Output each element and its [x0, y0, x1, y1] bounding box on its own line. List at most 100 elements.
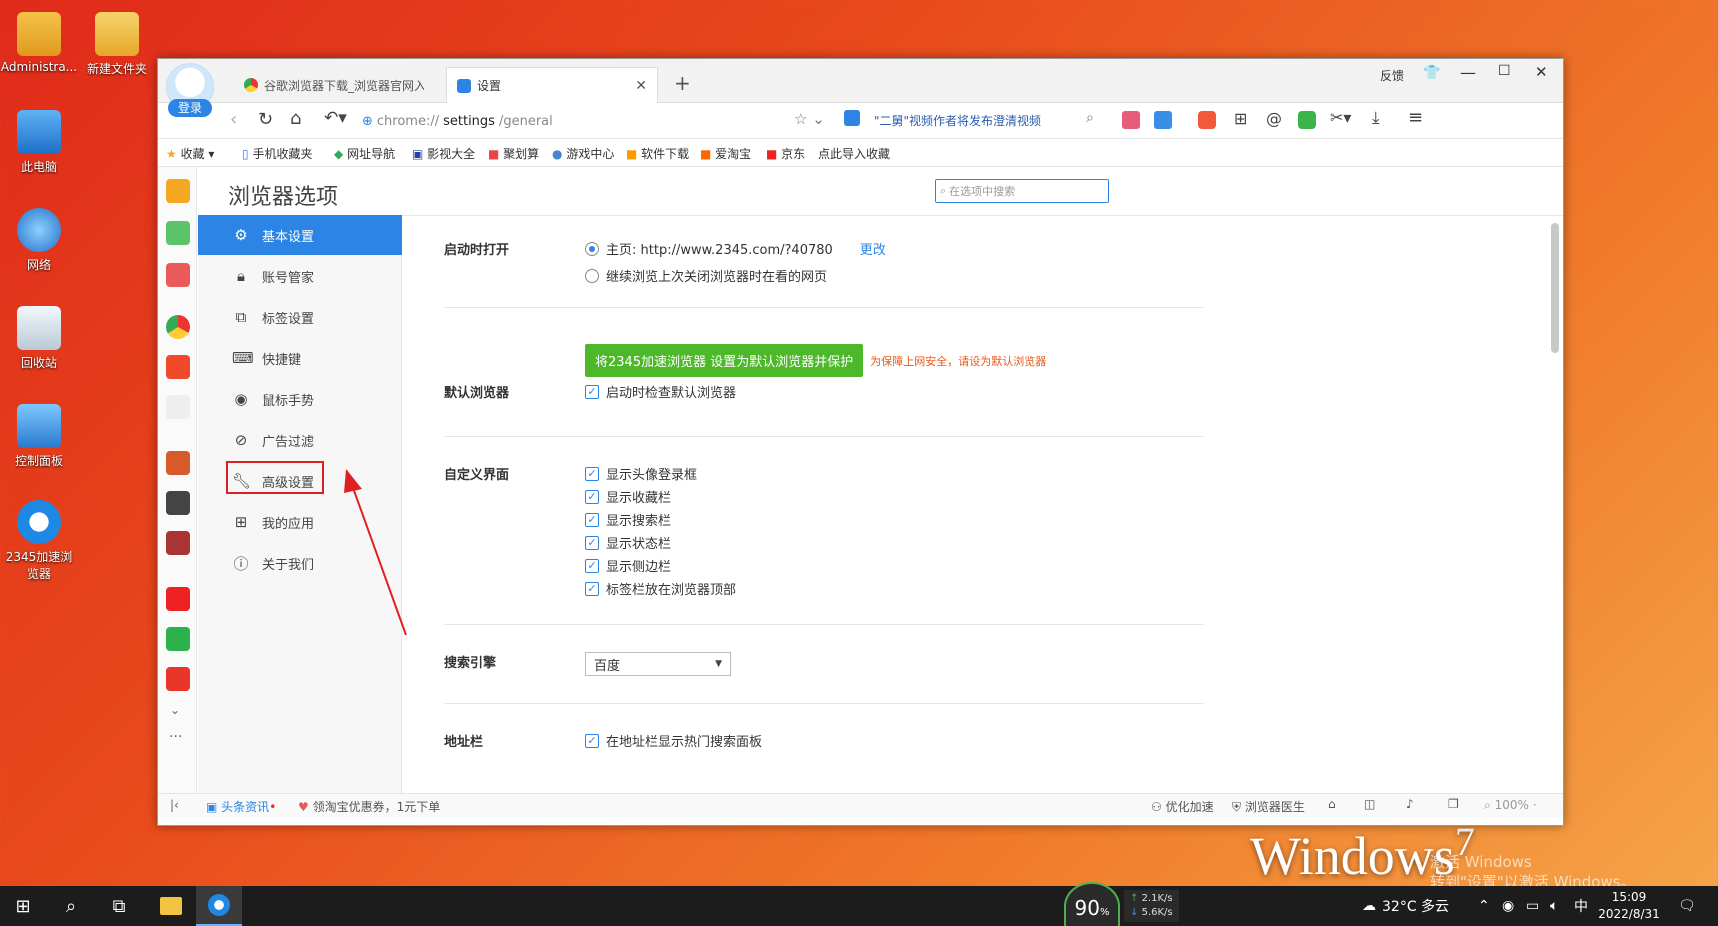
options-search-input[interactable]: ⌕ 在选项中搜索 — [935, 179, 1109, 203]
tab-chrome-download[interactable]: 谷歌浏览器下载_浏览器官网入 — [234, 67, 446, 103]
close-tab-icon[interactable]: ✕ — [635, 78, 647, 94]
desktop-icon-control-panel[interactable]: 控制面板 — [0, 404, 78, 469]
search-engine-select[interactable]: 百度 ▼ — [585, 652, 731, 676]
news-ticker[interactable]: "二舅"视频作者将发布澄清视频 — [874, 112, 1041, 129]
bookmark-mobile[interactable]: ▯ 手机收藏夹 — [242, 145, 312, 162]
tray-browser-icon[interactable]: ◉ — [1502, 886, 1514, 926]
feedback-link[interactable]: 反馈 — [1380, 67, 1404, 84]
nav-shortcuts[interactable]: ⌨ 快捷键 — [198, 338, 402, 378]
refresh-button[interactable]: ↻ — [258, 109, 273, 130]
desktop-icon-administrator[interactable]: Administra... — [0, 12, 78, 74]
nav-basic-settings[interactable]: ⚙ 基本设置 — [198, 215, 402, 255]
nav-ad-filter[interactable]: ⊘ 广告过滤 — [198, 420, 402, 460]
expand-sidebar-icon[interactable]: ⌄ — [170, 703, 180, 717]
desktop-icon-network[interactable]: 网络 — [0, 208, 78, 273]
check-default-browser-option[interactable]: ✓ 启动时检查默认浏览器 — [585, 382, 736, 401]
tray-chevron-icon[interactable]: ⌃ — [1478, 886, 1490, 926]
desktop-icon-new-folder[interactable]: 新建文件夹 — [78, 12, 156, 77]
game3-sidebar-icon[interactable] — [166, 531, 190, 555]
bookmark-star-icon[interactable]: ☆ ⌄ — [794, 110, 825, 128]
menu-icon[interactable]: ≡ — [1408, 107, 1423, 128]
wechat-icon[interactable] — [1298, 111, 1316, 129]
address-field[interactable]: ⊕ chrome://settings/general — [362, 110, 782, 132]
game-icon[interactable] — [1198, 111, 1216, 129]
nav-mouse-gestures[interactable]: ◉ 鼠标手势 — [198, 379, 402, 419]
show-status-bar-option[interactable]: ✓ 显示状态栏 — [585, 533, 671, 552]
network-tray-icon[interactable]: ▭ — [1526, 886, 1539, 926]
minimize-button[interactable]: — — [1460, 63, 1476, 82]
bookmark-nav[interactable]: ◆ 网址导航 — [334, 145, 395, 162]
volume-tray-icon[interactable]: 🔈︎ — [1550, 886, 1558, 926]
history-sidebar-icon[interactable] — [166, 221, 190, 245]
at-icon[interactable]: @ — [1266, 109, 1282, 128]
desktop-icon[interactable]: ⌂ — [1328, 797, 1336, 811]
promo-link[interactable]: ♥ 领淘宝优惠券，1元下单 — [298, 798, 440, 815]
show-sidebar-option[interactable]: ✓ 显示侧边栏 — [585, 556, 671, 575]
bookmark-video[interactable]: ▣ 影视大全 — [412, 145, 475, 162]
zoom-control[interactable]: ⌕ 100% · — [1484, 798, 1537, 813]
weather[interactable]: ☁ 32°C 多云 — [1362, 886, 1449, 926]
scrollbar-thumb[interactable] — [1551, 223, 1559, 353]
bookmark-favorites[interactable]: ★ 收藏 ▾ — [166, 145, 214, 162]
show-avatar-option[interactable]: ✓ 显示头像登录框 — [585, 464, 697, 483]
game1-sidebar-icon[interactable] — [166, 451, 190, 475]
tmall-sidebar-icon[interactable] — [166, 587, 190, 611]
bookmark-jd[interactable]: ■ 京东 — [766, 145, 805, 162]
startup-continue-option[interactable]: 继续浏览上次关闭浏览器时在看的网页 — [585, 266, 827, 285]
chrome-sidebar-icon[interactable] — [166, 315, 190, 339]
tabs-on-top-option[interactable]: ✓ 标签栏放在浏览器顶部 — [585, 579, 736, 598]
screenshot-icon[interactable]: ✂▾ — [1330, 108, 1351, 127]
game2-sidebar-icon[interactable] — [166, 491, 190, 515]
search-engine-icon[interactable] — [844, 110, 860, 126]
clock[interactable]: 15:09 2022/8/31 — [1594, 889, 1664, 923]
change-homepage-link[interactable]: 更改 — [860, 239, 886, 258]
bookmark-games[interactable]: ● 游戏中心 — [552, 145, 614, 162]
bookmark-import[interactable]: 点此导入收藏 — [818, 145, 890, 162]
startup-homepage-option[interactable]: 主页: http://www.2345.com/?40780 更改 — [585, 239, 886, 258]
close-window-button[interactable]: ✕ — [1535, 63, 1548, 81]
set-default-browser-button[interactable]: 将2345加速浏览器 设置为默认浏览器并保护 — [585, 344, 864, 377]
iqiyi-sidebar-icon[interactable] — [166, 627, 190, 651]
bookmark-juhuasuan[interactable]: ■ 聚划算 — [488, 145, 539, 162]
blank-sidebar-icon[interactable] — [166, 395, 190, 419]
bookmark-software[interactable]: ■ 软件下载 — [626, 145, 689, 162]
notification-icon[interactable]: 🗨︎ — [1678, 886, 1696, 926]
start-button[interactable]: ⊞ — [0, 886, 46, 926]
apps-grid-icon[interactable]: ⊞ — [1234, 109, 1247, 128]
pdf-sidebar-icon[interactable] — [166, 263, 190, 287]
ime-indicator[interactable]: 中 — [1574, 886, 1588, 926]
volume-icon[interactable]: ♪ — [1406, 797, 1414, 811]
maximize-button[interactable]: ☐ — [1498, 63, 1511, 79]
window-icon[interactable]: ❐ — [1448, 797, 1459, 811]
skin-icon[interactable]: 👕 — [1423, 65, 1440, 81]
translate-icon[interactable] — [1154, 111, 1172, 129]
desktop-icon-this-pc[interactable]: 此电脑 — [0, 110, 78, 175]
undo-close-button[interactable]: ↶▾ — [324, 108, 347, 128]
tab-settings[interactable]: 设置 ✕ — [446, 67, 658, 103]
desktop-icon-2345-browser[interactable]: 2345加速浏览器 — [0, 500, 78, 582]
collapse-sidebar-icon[interactable]: |‹ — [170, 798, 179, 812]
browser-taskbar[interactable] — [196, 886, 242, 926]
hot-search-panel-option[interactable]: ✓ 在地址栏显示热门搜索面板 — [585, 731, 762, 750]
task-view-button[interactable]: ⧉ — [96, 886, 142, 926]
nav-account-manager[interactable]: 🔒︎ 账号管家 — [198, 256, 402, 296]
news-link[interactable]: ▣ 头条资讯• — [206, 798, 276, 815]
nav-tab-settings[interactable]: ⧉ 标签设置 — [198, 297, 402, 337]
show-bookmarks-bar-option[interactable]: ✓ 显示收藏栏 — [585, 487, 671, 506]
desktop-icon-recycle-bin[interactable]: 回收站 — [0, 306, 78, 371]
home-button[interactable]: ⌂ — [290, 108, 301, 129]
search-button[interactable]: ⌕ — [48, 886, 94, 926]
browser-doctor-button[interactable]: ⛨ 浏览器医生 — [1232, 798, 1305, 815]
toutiao-sidebar-icon[interactable] — [166, 667, 190, 691]
sohu-sidebar-icon[interactable] — [166, 355, 190, 379]
back-button[interactable]: ‹ — [230, 109, 237, 130]
bookmark-taobao[interactable]: ■ 爱淘宝 — [700, 145, 751, 162]
vr-icon[interactable]: ◫ — [1364, 797, 1375, 811]
download-icon[interactable]: ⤓ — [1372, 108, 1380, 128]
new-tab-button[interactable]: + — [674, 71, 691, 95]
shopping-icon[interactable] — [1122, 111, 1140, 129]
show-search-bar-option[interactable]: ✓ 显示搜索栏 — [585, 510, 671, 529]
file-explorer-taskbar[interactable] — [148, 886, 194, 926]
favorites-sidebar-icon[interactable] — [166, 179, 190, 203]
search-icon[interactable]: ⌕ — [1086, 110, 1094, 126]
